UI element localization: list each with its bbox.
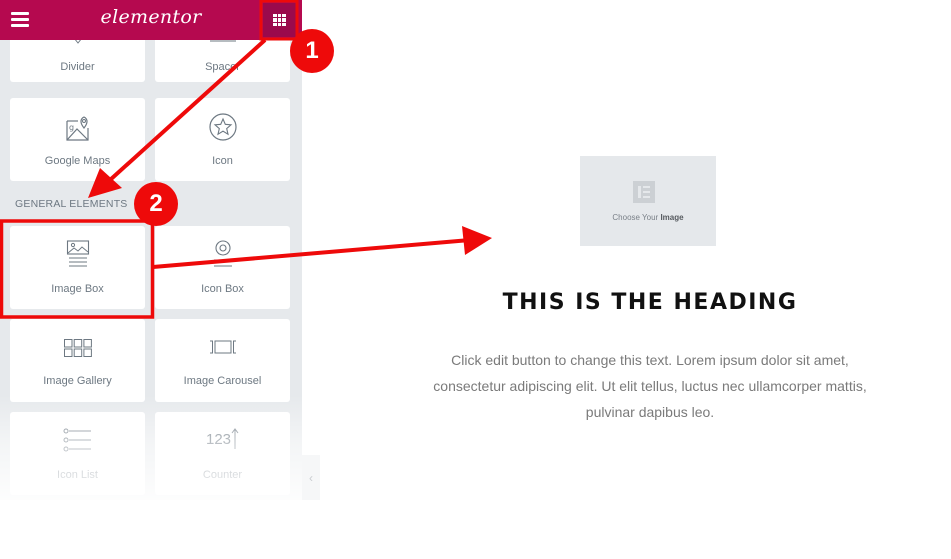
widget-image-box[interactable]: Image Box bbox=[10, 226, 145, 309]
widget-counter[interactable]: 123 Counter bbox=[155, 412, 290, 495]
widget-label: Image Box bbox=[51, 283, 104, 295]
widget-label: Icon Box bbox=[201, 283, 244, 295]
counter-icon: 123 bbox=[155, 428, 290, 450]
step-badge-1: 1 bbox=[290, 29, 334, 73]
image-placeholder[interactable]: Choose Your Image bbox=[580, 156, 716, 246]
section-title-general-elements: GENERAL ELEMENTS bbox=[15, 198, 128, 210]
widget-icon-box[interactable]: Icon Box bbox=[155, 226, 290, 309]
elementor-panel: Divider Spacer g Google Maps Icon GENERA… bbox=[0, 0, 302, 500]
widget-label: Divider bbox=[60, 61, 95, 73]
widget-label: Google Maps bbox=[44, 155, 111, 167]
arrow-2-head bbox=[462, 226, 492, 255]
image-box-icon bbox=[10, 240, 145, 270]
widget-label: Icon List bbox=[57, 469, 98, 481]
chevron-left-icon: ‹ bbox=[309, 470, 313, 485]
widget-image-gallery[interactable]: Image Gallery bbox=[10, 319, 145, 402]
google-maps-icon: g bbox=[10, 114, 145, 142]
widget-icon-list[interactable]: Icon List bbox=[10, 412, 145, 495]
elementor-placeholder-icon bbox=[633, 181, 655, 203]
widget-label: Image Gallery bbox=[43, 375, 112, 387]
panel-header: elementor bbox=[0, 0, 302, 40]
svg-text:g: g bbox=[69, 123, 74, 132]
widget-label: Spacer bbox=[205, 61, 240, 73]
widget-image-carousel[interactable]: Image Carousel bbox=[155, 319, 290, 402]
box-description: Click edit button to change this text. L… bbox=[433, 352, 867, 420]
widget-icon[interactable]: Icon bbox=[155, 98, 290, 181]
box-heading: THIS IS THE HEADING bbox=[502, 290, 798, 315]
grid-icon bbox=[273, 13, 286, 27]
step-badge-2: 2 bbox=[134, 182, 178, 226]
widget-label: Icon bbox=[212, 155, 233, 167]
choose-image-text: Choose Your Image bbox=[612, 213, 684, 222]
star-icon bbox=[155, 112, 290, 142]
widget-google-maps[interactable]: g Google Maps bbox=[10, 98, 145, 181]
elementor-logo: elementor bbox=[100, 6, 202, 28]
image-gallery-icon bbox=[10, 339, 145, 357]
image-carousel-icon bbox=[155, 340, 290, 354]
widget-label: Image Carousel bbox=[183, 375, 262, 387]
icon-box-icon bbox=[155, 239, 290, 271]
icon-list-icon bbox=[10, 428, 145, 452]
panel-collapse-button[interactable]: ‹ bbox=[302, 455, 320, 500]
widget-label: Counter bbox=[202, 469, 243, 481]
widgets-grid-button[interactable] bbox=[263, 3, 296, 37]
